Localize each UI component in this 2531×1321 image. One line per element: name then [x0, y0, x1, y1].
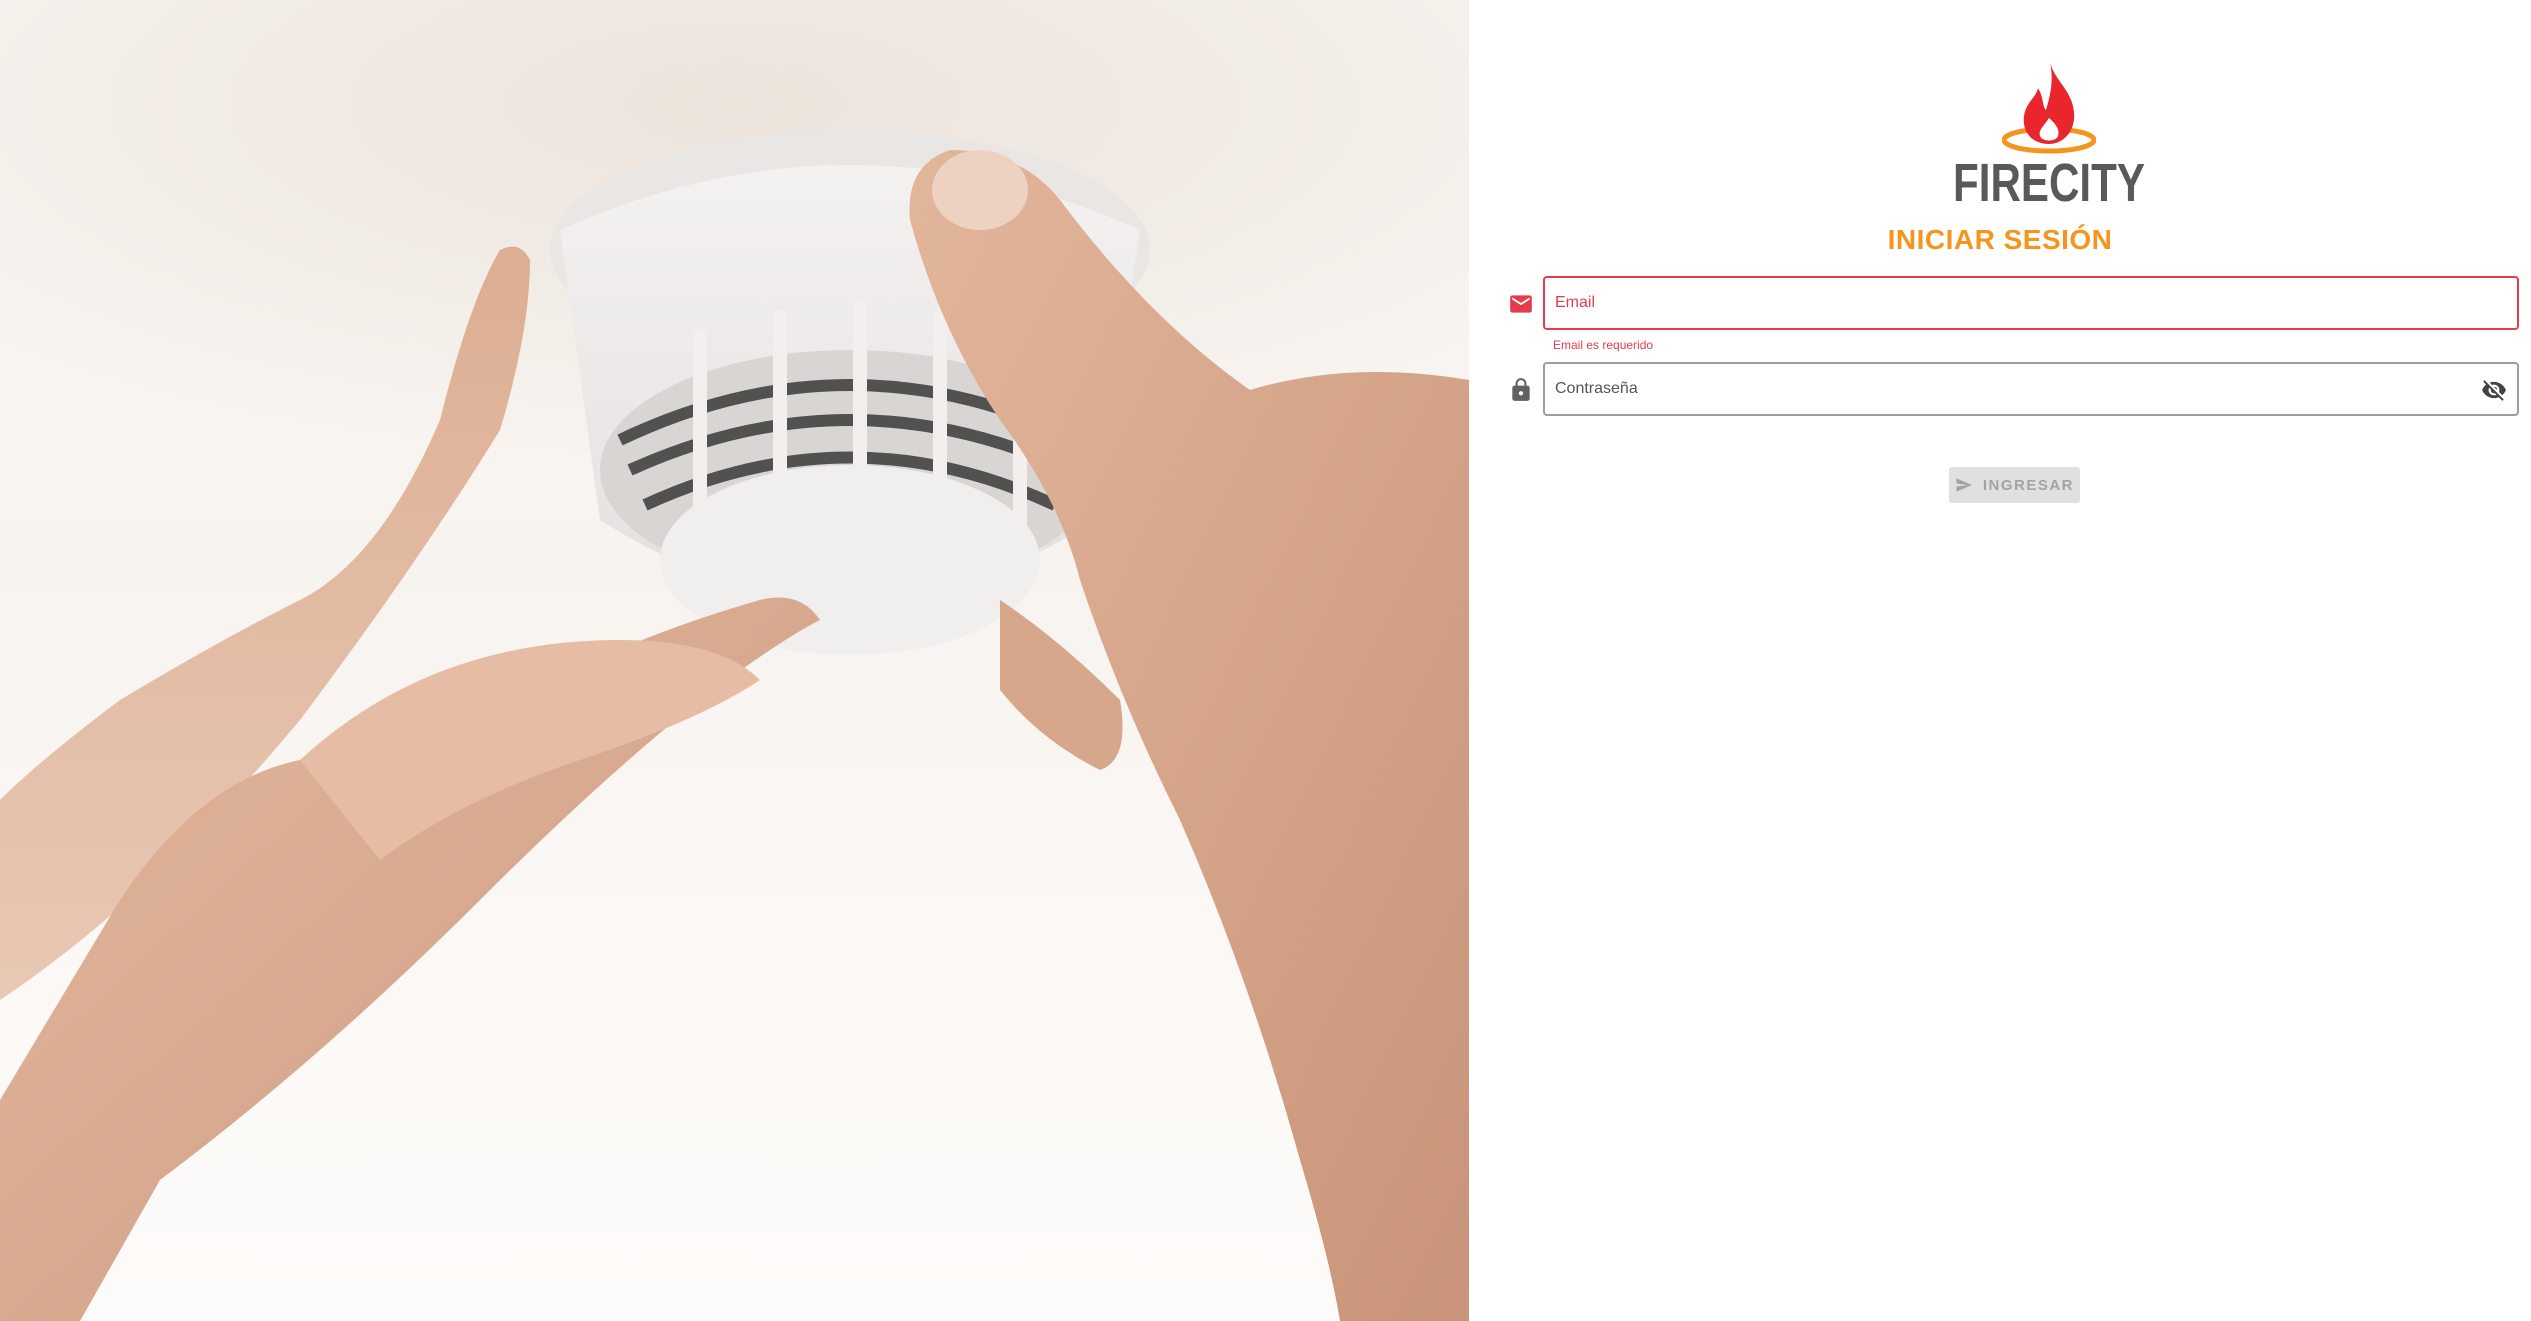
page-title: INICIAR SESIÓN [1887, 224, 2113, 255]
hero-photo [0, 0, 1469, 1321]
brand-logo: FIRECITY [1919, 60, 2179, 213]
email-field-container [1543, 276, 2519, 330]
flame-logo-icon [2002, 62, 2096, 154]
password-input[interactable] [1545, 364, 2517, 414]
eye-off-icon[interactable] [2481, 377, 2507, 403]
login-submit-button[interactable]: INGRESAR [1949, 467, 2080, 503]
send-icon [1956, 478, 1973, 492]
login-panel: FIRECITY INICIAR SESIÓN Email es requeri… [1469, 0, 2531, 1321]
password-field-container [1543, 362, 2519, 416]
email-error-message: Email es requerido [1553, 338, 1654, 352]
login-submit-label: INGRESAR [1982, 476, 2074, 494]
brand-name: FIRECITY [1953, 153, 2145, 213]
mail-icon [1510, 295, 1532, 313]
lock-icon [1512, 378, 1530, 401]
email-input[interactable] [1545, 278, 2517, 328]
smoke-detector-hands-illustration [0, 0, 1469, 1321]
